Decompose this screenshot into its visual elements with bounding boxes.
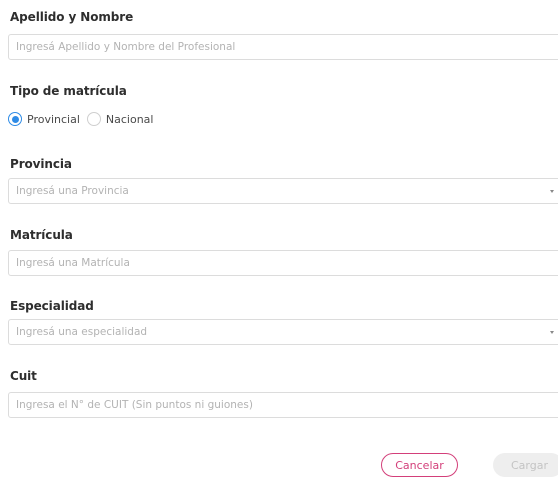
provincia-input[interactable] — [9, 179, 558, 203]
name-input[interactable] — [9, 35, 558, 59]
matricula-label: Matrícula — [10, 228, 73, 242]
matricula-input[interactable] — [9, 251, 558, 275]
provincia-label: Provincia — [10, 157, 72, 171]
professional-form: Apellido y Nombre Tipo de matrícula Prov… — [8, 0, 558, 475]
radio-selected-dot — [11, 115, 19, 123]
cuit-field[interactable] — [8, 392, 558, 418]
provincia-select[interactable] — [8, 178, 558, 204]
chevron-down-icon[interactable] — [550, 190, 554, 193]
tipo-matricula-radio-group: Provincial Nacional — [8, 110, 153, 128]
cuit-input[interactable] — [9, 393, 558, 417]
especialidad-select[interactable] — [8, 319, 558, 345]
especialidad-label: Especialidad — [10, 299, 94, 313]
radio-nacional[interactable] — [86, 112, 101, 126]
tipo-matricula-label: Tipo de matrícula — [10, 84, 127, 98]
especialidad-input[interactable] — [9, 320, 558, 344]
chevron-down-icon[interactable] — [550, 331, 554, 334]
submit-button[interactable]: Cargar — [493, 453, 558, 477]
radio-provincial-label[interactable]: Provincial — [27, 113, 80, 126]
name-label: Apellido y Nombre — [10, 10, 134, 24]
radio-provincial[interactable] — [8, 112, 22, 126]
name-field[interactable] — [8, 34, 558, 60]
cancel-button[interactable]: Cancelar — [381, 453, 458, 477]
cuit-label: Cuit — [10, 369, 37, 383]
radio-nacional-label[interactable]: Nacional — [106, 113, 154, 126]
matricula-field[interactable] — [8, 250, 558, 276]
